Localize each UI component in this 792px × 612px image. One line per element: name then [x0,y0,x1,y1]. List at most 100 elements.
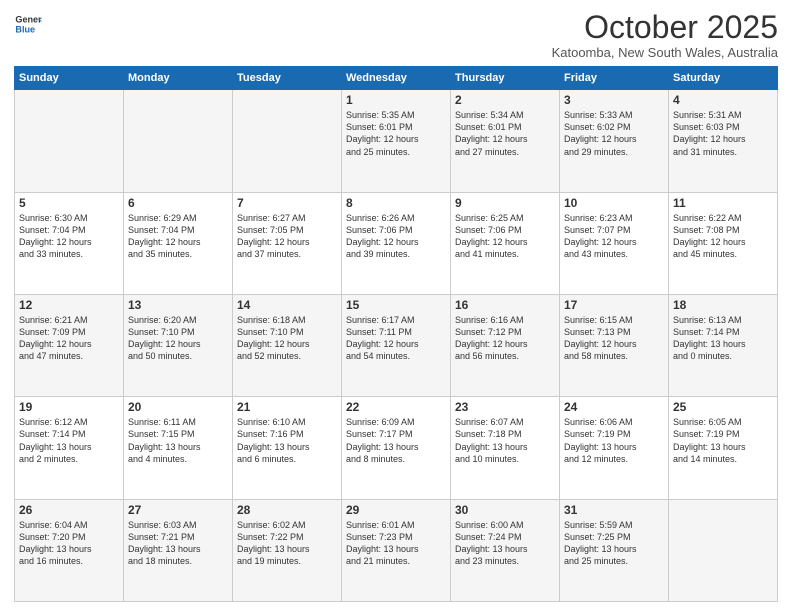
calendar-cell: 14 Sunrise: 6:18 AM Sunset: 7:10 PM Dayli… [233,294,342,396]
weekday-header-wednesday: Wednesday [342,67,451,90]
calendar-cell: 25 Sunrise: 6:05 AM Sunset: 7:19 PM Dayli… [669,397,778,499]
calendar-cell: 3 Sunrise: 5:33 AM Sunset: 6:02 PM Daylig… [560,90,669,192]
cell-info: Sunrise: 6:13 AM Sunset: 7:14 PM Dayligh… [673,314,773,363]
day-number: 23 [455,400,555,414]
cell-info: Sunrise: 6:15 AM Sunset: 7:13 PM Dayligh… [564,314,664,363]
calendar-cell: 2 Sunrise: 5:34 AM Sunset: 6:01 PM Daylig… [451,90,560,192]
calendar-cell: 19 Sunrise: 6:12 AM Sunset: 7:14 PM Dayli… [15,397,124,499]
cell-info: Sunrise: 6:06 AM Sunset: 7:19 PM Dayligh… [564,416,664,465]
day-number: 29 [346,503,446,517]
logo: General Blue [14,10,42,38]
cell-info: Sunrise: 6:04 AM Sunset: 7:20 PM Dayligh… [19,519,119,568]
calendar-cell: 24 Sunrise: 6:06 AM Sunset: 7:19 PM Dayli… [560,397,669,499]
day-number: 31 [564,503,664,517]
calendar-cell: 29Sunrise: 6:01 AM Sunset: 7:23 PM Dayli… [342,499,451,601]
day-number: 3 [564,93,664,107]
cell-info: Sunrise: 5:31 AM Sunset: 6:03 PM Dayligh… [673,109,773,158]
day-number: 14 [237,298,337,312]
calendar-cell: 28 Sunrise: 6:02 AM Sunset: 7:22 PM Dayli… [233,499,342,601]
cell-info: Sunrise: 5:33 AM Sunset: 6:02 PM Dayligh… [564,109,664,158]
day-number: 8 [346,196,446,210]
day-number: 26 [19,503,119,517]
day-number: 24 [564,400,664,414]
day-number: 5 [19,196,119,210]
day-number: 30 [455,503,555,517]
day-number: 9 [455,196,555,210]
cell-info: Sunrise: 6:27 AM Sunset: 7:05 PM Dayligh… [237,212,337,261]
cell-info: Sunrise: 6:05 AM Sunset: 7:19 PM Dayligh… [673,416,773,465]
cell-info: Sunrise: 6:18 AM Sunset: 7:10 PM Dayligh… [237,314,337,363]
weekday-header-saturday: Saturday [669,67,778,90]
day-number: 10 [564,196,664,210]
calendar-cell: 15Sunrise: 6:17 AM Sunset: 7:11 PM Dayli… [342,294,451,396]
calendar-cell: 4 Sunrise: 5:31 AM Sunset: 6:03 PM Daylig… [669,90,778,192]
day-number: 21 [237,400,337,414]
day-number: 20 [128,400,228,414]
calendar-cell: 7 Sunrise: 6:27 AM Sunset: 7:05 PM Daylig… [233,192,342,294]
cell-info: Sunrise: 5:34 AM Sunset: 6:01 PM Dayligh… [455,109,555,158]
day-number: 13 [128,298,228,312]
calendar-cell: 22 Sunrise: 6:09 AM Sunset: 7:17 PM Dayli… [342,397,451,499]
day-number: 12 [19,298,119,312]
svg-text:Blue: Blue [15,24,35,34]
calendar-cell: 6 Sunrise: 6:29 AM Sunset: 7:04 PM Daylig… [124,192,233,294]
calendar-cell: 30 Sunrise: 6:00 AM Sunset: 7:24 PM Dayli… [451,499,560,601]
day-number: 16 [455,298,555,312]
cell-info: Sunrise: 6:07 AM Sunset: 7:18 PM Dayligh… [455,416,555,465]
calendar-cell: 1Sunrise: 5:35 AM Sunset: 6:01 PM Daylig… [342,90,451,192]
day-number: 7 [237,196,337,210]
day-number: 15 [346,298,446,312]
cell-info: Sunrise: 6:00 AM Sunset: 7:24 PM Dayligh… [455,519,555,568]
day-number: 27 [128,503,228,517]
cell-info: Sunrise: 6:26 AM Sunset: 7:06 PM Dayligh… [346,212,446,261]
calendar-cell: 31 Sunrise: 5:59 AM Sunset: 7:25 PM Dayli… [560,499,669,601]
cell-info: Sunrise: 6:02 AM Sunset: 7:22 PM Dayligh… [237,519,337,568]
cell-info: Sunrise: 6:16 AM Sunset: 7:12 PM Dayligh… [455,314,555,363]
weekday-header-monday: Monday [124,67,233,90]
day-number: 25 [673,400,773,414]
calendar-cell: 26 Sunrise: 6:04 AM Sunset: 7:20 PM Dayli… [15,499,124,601]
day-number: 2 [455,93,555,107]
calendar-cell: 10 Sunrise: 6:23 AM Sunset: 7:07 PM Dayli… [560,192,669,294]
cell-info: Sunrise: 6:09 AM Sunset: 7:17 PM Dayligh… [346,416,446,465]
calendar-cell: 17 Sunrise: 6:15 AM Sunset: 7:13 PM Dayli… [560,294,669,396]
cell-info: Sunrise: 6:29 AM Sunset: 7:04 PM Dayligh… [128,212,228,261]
cell-info: Sunrise: 5:35 AM Sunset: 6:01 PM Dayligh… [346,109,446,158]
header: General Blue October 2025 Katoomba, New … [14,10,778,60]
cell-info: Sunrise: 6:03 AM Sunset: 7:21 PM Dayligh… [128,519,228,568]
cell-info: Sunrise: 6:12 AM Sunset: 7:14 PM Dayligh… [19,416,119,465]
svg-text:General: General [15,15,42,25]
cell-info: Sunrise: 6:23 AM Sunset: 7:07 PM Dayligh… [564,212,664,261]
day-number: 18 [673,298,773,312]
day-number: 4 [673,93,773,107]
calendar-cell: 9 Sunrise: 6:25 AM Sunset: 7:06 PM Daylig… [451,192,560,294]
calendar-cell [124,90,233,192]
cell-info: Sunrise: 6:25 AM Sunset: 7:06 PM Dayligh… [455,212,555,261]
weekday-header-tuesday: Tuesday [233,67,342,90]
day-number: 22 [346,400,446,414]
calendar-cell [669,499,778,601]
day-number: 17 [564,298,664,312]
calendar-cell: 21 Sunrise: 6:10 AM Sunset: 7:16 PM Dayli… [233,397,342,499]
weekday-header-thursday: Thursday [451,67,560,90]
calendar-cell: 13 Sunrise: 6:20 AM Sunset: 7:10 PM Dayli… [124,294,233,396]
calendar-cell: 23 Sunrise: 6:07 AM Sunset: 7:18 PM Dayli… [451,397,560,499]
day-number: 28 [237,503,337,517]
day-number: 19 [19,400,119,414]
calendar-cell: 5Sunrise: 6:30 AM Sunset: 7:04 PM Daylig… [15,192,124,294]
day-number: 6 [128,196,228,210]
calendar-cell: 11Sunrise: 6:22 AM Sunset: 7:08 PM Dayli… [669,192,778,294]
cell-info: Sunrise: 6:20 AM Sunset: 7:10 PM Dayligh… [128,314,228,363]
calendar-cell: 16 Sunrise: 6:16 AM Sunset: 7:12 PM Dayli… [451,294,560,396]
weekday-header-sunday: Sunday [15,67,124,90]
cell-info: Sunrise: 6:11 AM Sunset: 7:15 PM Dayligh… [128,416,228,465]
calendar-cell [233,90,342,192]
page: General Blue October 2025 Katoomba, New … [0,0,792,612]
cell-info: Sunrise: 6:10 AM Sunset: 7:16 PM Dayligh… [237,416,337,465]
location: Katoomba, New South Wales, Australia [552,45,778,60]
cell-info: Sunrise: 5:59 AM Sunset: 7:25 PM Dayligh… [564,519,664,568]
weekday-header-friday: Friday [560,67,669,90]
day-number: 11 [673,196,773,210]
calendar-table: SundayMondayTuesdayWednesdayThursdayFrid… [14,66,778,602]
cell-info: Sunrise: 6:21 AM Sunset: 7:09 PM Dayligh… [19,314,119,363]
